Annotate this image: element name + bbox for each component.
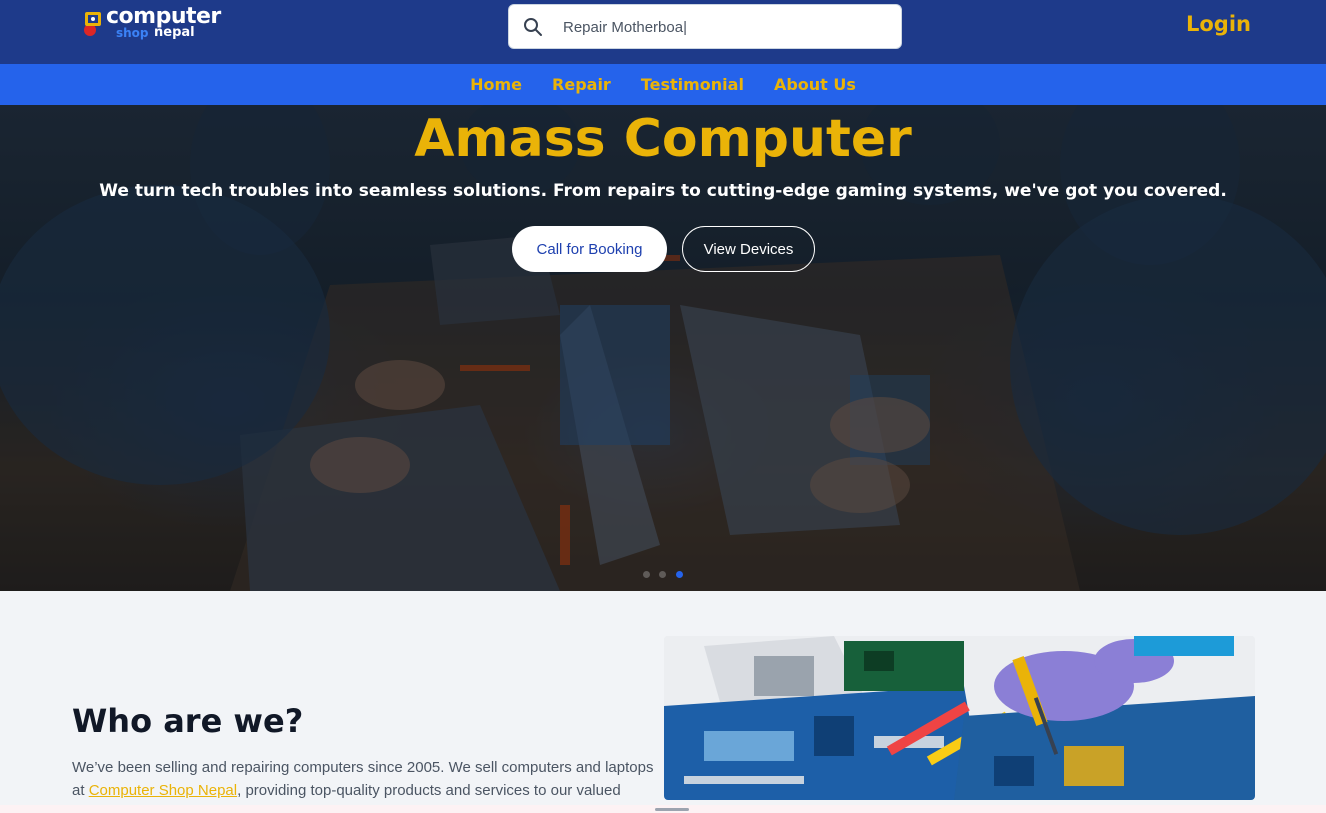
hero-overlay [0, 105, 1326, 591]
search-box[interactable] [508, 4, 902, 49]
logo-icon [84, 12, 101, 36]
scroll-indicator [655, 808, 689, 811]
computer-shop-nepal-link[interactable]: Computer Shop Nepal [89, 782, 237, 799]
carousel-dot-2[interactable] [659, 571, 666, 578]
hero-title: Amass Computer [414, 109, 912, 169]
carousel-dot-1[interactable] [643, 571, 650, 578]
view-devices-button[interactable]: View Devices [682, 226, 815, 272]
hero-subtitle: We turn tech troubles into seamless solu… [99, 181, 1227, 201]
search-icon[interactable] [523, 17, 543, 37]
motherboard-repair-image [664, 636, 1255, 800]
nav-item-repair[interactable]: Repair [552, 75, 611, 94]
carousel-indicators [643, 571, 703, 579]
about-heading: Who are we? [72, 702, 304, 740]
main-nav: Home Repair Testimonial About Us [0, 64, 1326, 105]
about-text-part2: , providing top-quality products and ser… [237, 782, 621, 799]
nav-item-about-us[interactable]: About Us [774, 75, 856, 94]
logo-text-shop: shop [116, 26, 149, 40]
about-paragraph: We’ve been selling and repairing compute… [72, 756, 662, 802]
site-logo[interactable]: computer shop nepal [80, 4, 221, 50]
top-header: computer shop nepal Login [0, 0, 1326, 64]
logo-text-nepal: nepal [154, 25, 195, 40]
carousel-dot-3[interactable] [676, 571, 683, 578]
nav-item-home[interactable]: Home [470, 75, 522, 94]
search-input[interactable] [563, 16, 883, 38]
login-button[interactable]: Login [1186, 12, 1251, 36]
call-for-booking-button[interactable]: Call for Booking [512, 226, 667, 272]
nav-item-testimonial[interactable]: Testimonial [641, 75, 744, 94]
hero-banner: Amass Computer We turn tech troubles int… [0, 105, 1326, 591]
repair-photo [664, 636, 1255, 800]
